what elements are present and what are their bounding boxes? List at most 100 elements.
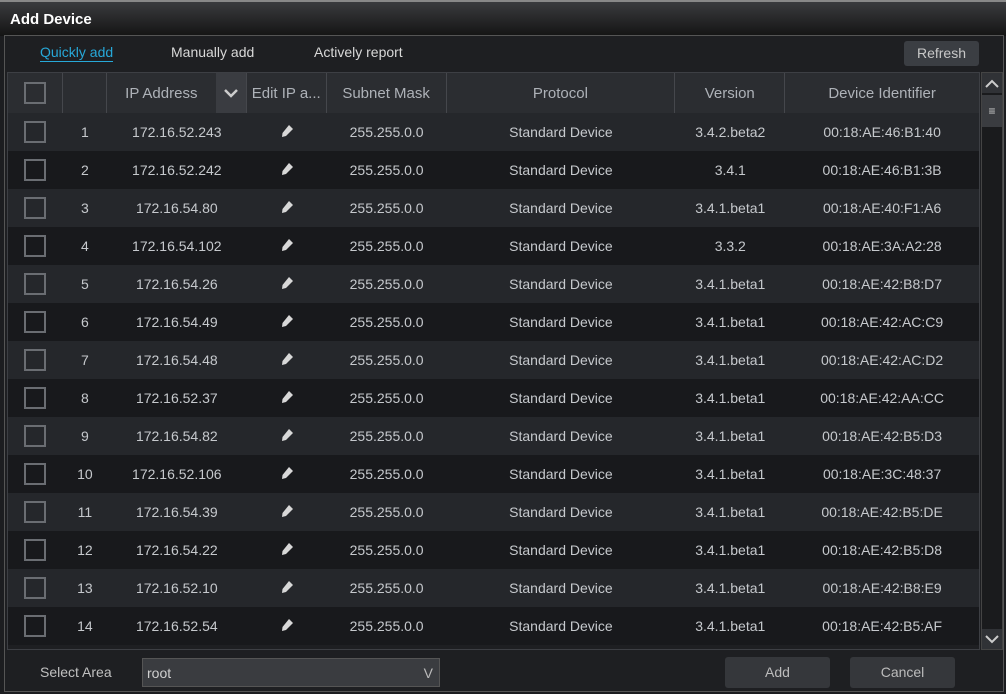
- edit-ip-button[interactable]: [247, 379, 327, 417]
- edit-ip-button[interactable]: [247, 607, 327, 645]
- header-subnet-mask[interactable]: Subnet Mask: [327, 73, 447, 113]
- row-checkbox[interactable]: [24, 463, 47, 485]
- tab-actively-report[interactable]: Actively report: [314, 44, 403, 60]
- row-checkbox-cell: [8, 531, 63, 569]
- edit-ip-button[interactable]: [247, 227, 327, 265]
- row-number: 11: [77, 504, 93, 520]
- table-row[interactable]: 14 172.16.52.54 255.255.0.0 Standard Dev…: [8, 607, 979, 645]
- row-checkbox[interactable]: [24, 387, 47, 409]
- version: 3.4.1.beta1: [695, 428, 766, 444]
- select-all-checkbox[interactable]: [23, 82, 46, 104]
- edit-ip-button[interactable]: [247, 265, 327, 303]
- header-version[interactable]: Version: [675, 73, 786, 113]
- ip-address: 172.16.52.37: [135, 390, 218, 406]
- row-checkbox[interactable]: [24, 615, 47, 637]
- row-checkbox[interactable]: [24, 539, 47, 561]
- protocol: Standard Device: [509, 428, 613, 444]
- pencil-icon: [280, 580, 294, 597]
- version: 3.4.1: [714, 162, 746, 178]
- protocol: Standard Device: [509, 238, 613, 254]
- row-checkbox[interactable]: [24, 349, 47, 371]
- sort-button[interactable]: [215, 73, 246, 113]
- tab-manually-add[interactable]: Manually add: [171, 44, 254, 60]
- subnet-mask: 255.255.0.0: [349, 466, 424, 482]
- ip-address: 172.16.54.26: [135, 276, 218, 292]
- version: 3.4.1.beta1: [695, 504, 766, 520]
- ip-address: 172.16.52.54: [135, 618, 218, 634]
- row-checkbox[interactable]: [24, 501, 47, 523]
- device-table: IP Address Edit IP a... Subnet Mask Prot…: [7, 72, 980, 650]
- select-all-cell: [8, 73, 63, 113]
- scroll-thumb[interactable]: ≡: [982, 95, 1002, 127]
- row-checkbox[interactable]: [24, 577, 47, 599]
- header-protocol[interactable]: Protocol: [447, 73, 676, 113]
- select-area-dropdown[interactable]: root V: [142, 658, 440, 687]
- edit-ip-button[interactable]: [247, 303, 327, 341]
- subnet-mask: 255.255.0.0: [349, 618, 424, 634]
- pencil-icon: [280, 542, 294, 559]
- ip-address: 172.16.52.106: [132, 466, 222, 482]
- dropdown-arrow-icon: V: [423, 665, 433, 681]
- device-identifier: 00:18:AE:3A:A2:28: [822, 238, 942, 254]
- edit-ip-button[interactable]: [247, 493, 327, 531]
- protocol: Standard Device: [509, 542, 613, 558]
- table-row[interactable]: 12 172.16.54.22 255.255.0.0 Standard Dev…: [8, 531, 979, 569]
- edit-ip-button[interactable]: [247, 417, 327, 455]
- version: 3.4.2.beta2: [695, 124, 766, 140]
- table-row[interactable]: 9 172.16.54.82 255.255.0.0 Standard Devi…: [8, 417, 979, 455]
- device-identifier: 00:18:AE:42:B8:D7: [822, 276, 943, 292]
- edit-ip-button[interactable]: [247, 455, 327, 493]
- protocol: Standard Device: [509, 314, 613, 330]
- protocol: Standard Device: [509, 504, 613, 520]
- table-row[interactable]: 1 172.16.52.243 255.255.0.0 Standard Dev…: [8, 113, 979, 151]
- edit-ip-button[interactable]: [247, 189, 327, 227]
- row-checkbox-cell: [8, 569, 63, 607]
- pencil-icon: [280, 466, 294, 483]
- device-identifier: 00:18:AE:42:AC:C9: [821, 314, 944, 330]
- scroll-up-button[interactable]: [982, 73, 1002, 93]
- table-body: 1 172.16.52.243 255.255.0.0 Standard Dev…: [8, 113, 979, 645]
- row-checkbox[interactable]: [24, 273, 47, 295]
- table-row[interactable]: 6 172.16.54.49 255.255.0.0 Standard Devi…: [8, 303, 979, 341]
- header-device-identifier[interactable]: Device Identifier: [785, 73, 979, 113]
- cancel-button[interactable]: Cancel: [850, 657, 955, 688]
- header-ip-address[interactable]: IP Address: [107, 73, 247, 113]
- table-row[interactable]: 7 172.16.54.48 255.255.0.0 Standard Devi…: [8, 341, 979, 379]
- protocol: Standard Device: [509, 352, 613, 368]
- scrollbar[interactable]: ≡: [981, 72, 1003, 650]
- table-row[interactable]: 5 172.16.54.26 255.255.0.0 Standard Devi…: [8, 265, 979, 303]
- subnet-mask: 255.255.0.0: [349, 580, 424, 596]
- edit-ip-button[interactable]: [247, 113, 327, 151]
- edit-ip-button[interactable]: [247, 151, 327, 189]
- refresh-button[interactable]: Refresh: [904, 41, 979, 66]
- row-checkbox-cell: [8, 417, 63, 455]
- table-row[interactable]: 8 172.16.52.37 255.255.0.0 Standard Devi…: [8, 379, 979, 417]
- table-row[interactable]: 3 172.16.54.80 255.255.0.0 Standard Devi…: [8, 189, 979, 227]
- version: 3.4.1.beta1: [695, 200, 766, 216]
- edit-ip-button[interactable]: [247, 341, 327, 379]
- row-checkbox[interactable]: [24, 121, 47, 143]
- tab-quickly-add[interactable]: Quickly add: [40, 44, 114, 62]
- table-row[interactable]: 2 172.16.52.242 255.255.0.0 Standard Dev…: [8, 151, 979, 189]
- row-checkbox[interactable]: [24, 159, 47, 181]
- row-checkbox[interactable]: [24, 235, 47, 257]
- scroll-down-button[interactable]: [982, 629, 1002, 649]
- row-checkbox[interactable]: [24, 425, 47, 447]
- row-number: 6: [81, 314, 89, 330]
- row-checkbox[interactable]: [24, 197, 47, 219]
- subnet-mask: 255.255.0.0: [349, 504, 424, 520]
- table-row[interactable]: 13 172.16.52.10 255.255.0.0 Standard Dev…: [8, 569, 979, 607]
- subnet-mask: 255.255.0.0: [349, 314, 424, 330]
- pencil-icon: [280, 276, 294, 293]
- edit-ip-button[interactable]: [247, 531, 327, 569]
- add-button[interactable]: Add: [725, 657, 830, 688]
- edit-ip-button[interactable]: [247, 569, 327, 607]
- table-row[interactable]: 10 172.16.52.106 255.255.0.0 Standard De…: [8, 455, 979, 493]
- table-row[interactable]: 11 172.16.54.39 255.255.0.0 Standard Dev…: [8, 493, 979, 531]
- table-row[interactable]: 4 172.16.54.102 255.255.0.0 Standard Dev…: [8, 227, 979, 265]
- row-checkbox[interactable]: [24, 311, 47, 333]
- chevron-up-icon: [985, 79, 999, 88]
- dialog-body: Quickly add Manually add Actively report…: [4, 35, 1004, 692]
- header-edit-ip[interactable]: Edit IP a...: [247, 73, 327, 113]
- subnet-mask: 255.255.0.0: [349, 352, 424, 368]
